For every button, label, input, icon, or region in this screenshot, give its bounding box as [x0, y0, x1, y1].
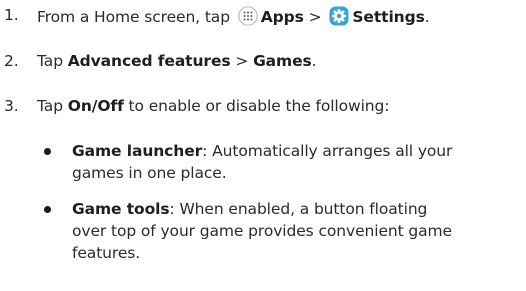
- bullet-term: Game launcher: [72, 142, 203, 160]
- bullet-line: Game launcher: Automatically arranges al…: [72, 140, 452, 162]
- step-text: Tap On/Off to enable or disable the foll…: [37, 97, 389, 115]
- settings-label: Settings: [352, 8, 425, 26]
- separator: >: [230, 52, 254, 70]
- bullet-text: : When enabled, a button floating: [169, 200, 428, 218]
- on-off-label: On/Off: [67, 97, 124, 115]
- bullet-icon: [44, 148, 51, 155]
- bullet-term: Game tools: [72, 200, 170, 218]
- step-text-prefix: From a Home screen, tap: [37, 8, 235, 26]
- step-number: 3.: [4, 97, 19, 115]
- bullet-icon: [44, 206, 51, 213]
- bullet-game-tools: Game tools: When enabled, a button float…: [72, 198, 452, 264]
- bullet-line: features.: [72, 244, 141, 262]
- step-text-prefix: Tap: [37, 52, 68, 70]
- apps-label: Apps: [260, 8, 304, 26]
- apps-grid-icon: [237, 6, 258, 26]
- step-number: 2.: [4, 52, 19, 70]
- bullet-text: : Automatically arranges all your: [202, 142, 453, 160]
- step-text-suffix: .: [424, 8, 430, 26]
- settings-gear-icon: [329, 6, 349, 26]
- step-text: From a Home screen, tap Apps > Settings.: [37, 6, 430, 26]
- bullet-line: games in one place.: [72, 164, 227, 182]
- bullet-line: over top of your game provides convenien…: [72, 222, 452, 240]
- step-number: 1.: [4, 6, 19, 24]
- advanced-features-label: Advanced features: [67, 52, 231, 70]
- step-text-suffix: .: [311, 52, 317, 70]
- step-text-prefix: Tap: [37, 97, 68, 115]
- separator: >: [303, 8, 327, 26]
- games-label: Games: [253, 52, 312, 70]
- bullet-game-launcher: Game launcher: Automatically arranges al…: [72, 140, 452, 184]
- bullet-line: Game tools: When enabled, a button float…: [72, 198, 452, 220]
- step-text: Tap Advanced features > Games.: [37, 52, 317, 70]
- step-text-suffix: to enable or disable the following:: [123, 97, 390, 115]
